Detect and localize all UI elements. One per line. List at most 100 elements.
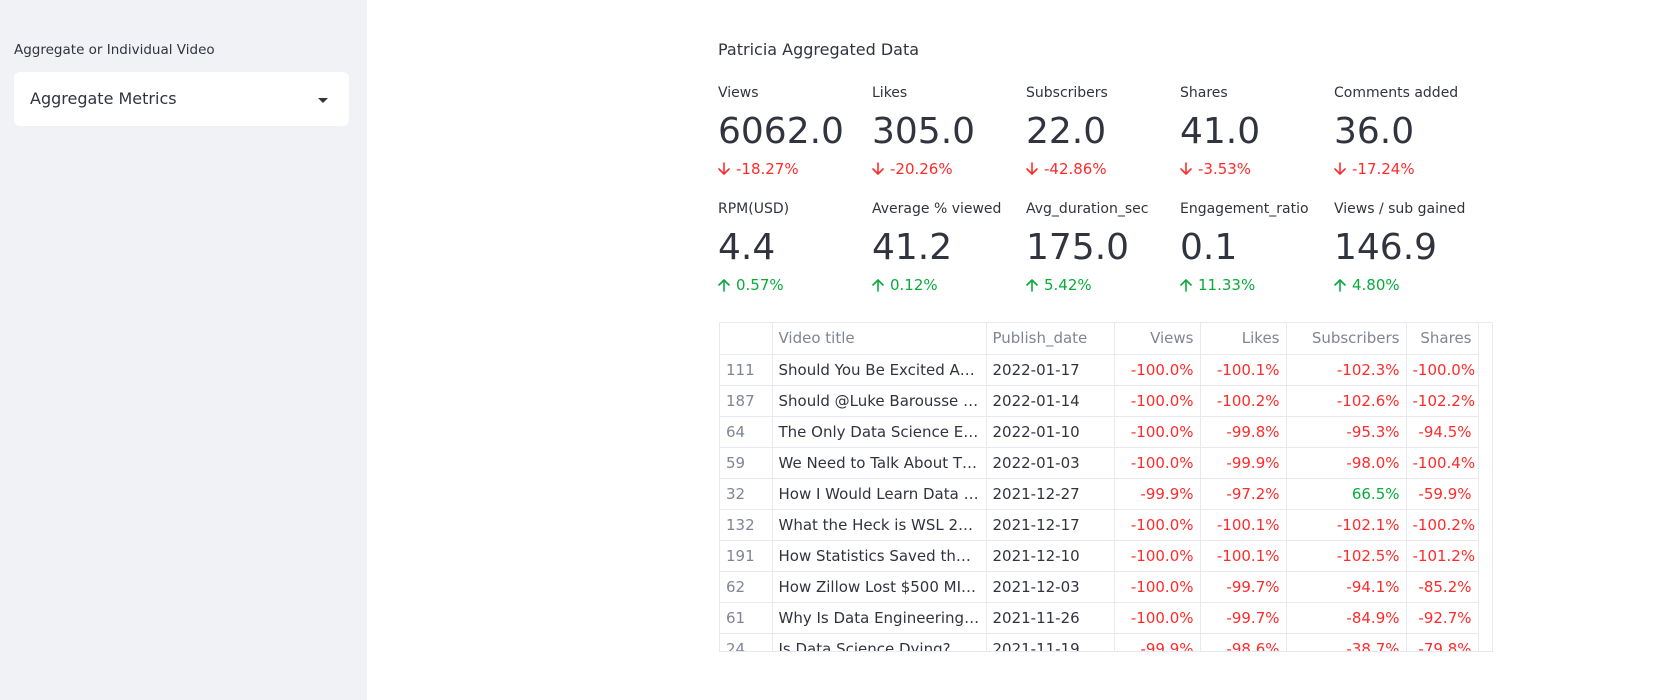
metric-delta: -18.27% <box>718 160 868 178</box>
table-cell-views: -100.0% <box>1114 571 1201 603</box>
column-header[interactable]: Publish_date <box>986 323 1115 355</box>
metric-value: 0.1 <box>1180 227 1238 268</box>
table-cell-views: -100.0% <box>1114 354 1201 386</box>
column-header[interactable]: Subscribers <box>1286 323 1407 355</box>
table-cell-likes: -99.7% <box>1200 602 1287 634</box>
page-title: Patricia Aggregated Data <box>718 40 920 59</box>
arrow-up-icon <box>1334 279 1346 292</box>
table-cell-date: 2021-11-26 <box>986 602 1115 634</box>
table-cell-title: We Need to Talk About Th... <box>772 447 987 479</box>
table-cell-idx: 191 <box>720 540 773 572</box>
table-cell-subs: -95.3% <box>1286 416 1407 448</box>
column-header[interactable]: Likes <box>1200 323 1287 355</box>
table-body: 111 Should You Be Excited About... 2022-01… <box>720 354 1479 651</box>
table-row[interactable]: 187 Should @Luke Barousse T... 2022-01-14-… <box>720 385 1479 417</box>
table-header-row: Video title Publish_date Views Likes Subscri… <box>720 323 1479 355</box>
metric-value: 36.0 <box>1334 111 1415 152</box>
table-cell-date: 2021-12-27 <box>986 478 1115 510</box>
table-row[interactable]: 111 Should You Be Excited About... 2022-01… <box>720 354 1479 386</box>
metric-value: 6062.0 <box>718 111 844 152</box>
table-cell-likes: -100.1% <box>1200 354 1287 386</box>
column-header[interactable]: Shares <box>1406 323 1479 355</box>
column-header[interactable]: Video title <box>772 323 987 355</box>
arrow-down-icon <box>718 162 730 175</box>
metric-label: Engagement_ratio <box>1180 201 1309 217</box>
table-cell-shares: -79.8% <box>1406 633 1479 651</box>
metric-delta: -3.53% <box>1180 160 1330 178</box>
table-cell-subs: -102.5% <box>1286 540 1407 572</box>
metric-delta-value: 11.33% <box>1198 276 1256 294</box>
table-cell-shares: -101.2% <box>1406 540 1479 572</box>
table-cell-shares: -92.7% <box>1406 602 1479 634</box>
table-row[interactable]: 64 The Only Data Science Ex... 2022-01-10 -… <box>720 416 1479 448</box>
table-cell-title: How Zillow Lost $500 MIL... <box>772 571 987 603</box>
aggregate-select[interactable]: Aggregate Metrics <box>14 72 349 126</box>
table-cell-subs: -102.6% <box>1286 385 1407 417</box>
table-cell-title: The Only Data Science Ex... <box>772 416 987 448</box>
table-cell-shares: -94.5% <box>1406 416 1479 448</box>
metric-delta-value: 5.42% <box>1044 276 1092 294</box>
metric-delta: 11.33% <box>1180 276 1330 294</box>
table-cell-likes: -99.9% <box>1200 447 1287 479</box>
table-row[interactable]: 132 What the Heck is WSL 2? (... 2021-12-1… <box>720 509 1479 541</box>
table-cell-title: Should You Be Excited About... <box>772 354 987 386</box>
table-cell-date: 2021-12-10 <box>986 540 1115 572</box>
table-row[interactable]: 24 Is Data Science Dying? 2021-11-19 -99.9%… <box>720 633 1479 651</box>
table-cell-views: -99.9% <box>1114 478 1201 510</box>
metric-delta-value: -18.27% <box>736 160 799 178</box>
sidebar: Aggregate or Individual Video Aggregate … <box>0 0 367 700</box>
table-cell-subs: 66.5% <box>1286 478 1407 510</box>
table-cell-title: Is Data Science Dying? <box>772 633 987 651</box>
table-cell-date: 2022-01-03 <box>986 447 1115 479</box>
metric-value: 41.0 <box>1180 111 1261 152</box>
table-cell-title: How I Would Learn Data S... <box>772 478 987 510</box>
metric-value: 305.0 <box>872 111 976 152</box>
metric-value: 41.2 <box>872 227 953 268</box>
metric-delta-value: 0.12% <box>890 276 938 294</box>
table-row[interactable]: 32 How I Would Learn Data S... 2021-12-27-… <box>720 478 1479 510</box>
metric-delta-value: -42.86% <box>1044 160 1107 178</box>
metric-delta-value: -20.26% <box>890 160 953 178</box>
column-header[interactable]: Views <box>1114 323 1201 355</box>
table-row[interactable]: 62 How Zillow Lost $500 MIL... 2021-12-03-… <box>720 571 1479 603</box>
arrow-up-icon <box>1180 279 1192 292</box>
table-cell-date: 2022-01-10 <box>986 416 1115 448</box>
metric-delta: 4.80% <box>1334 276 1484 294</box>
table-cell-date: 2021-12-03 <box>986 571 1115 603</box>
table-row[interactable]: 61 Why Is Data Engineering ... 2021-11-26-… <box>720 602 1479 634</box>
metric-card: Avg_duration_sec 175.0 5.42% <box>1026 200 1176 294</box>
metric-delta-value: 0.57% <box>736 276 784 294</box>
metric-value: 4.4 <box>718 227 776 268</box>
metric-card: Shares 41.0 -3.53% <box>1180 84 1330 178</box>
metric-card: Views 6062.0 -18.27% <box>718 84 868 178</box>
table-cell-views: -99.9% <box>1114 633 1201 651</box>
metric-label: Avg_duration_sec <box>1026 201 1149 217</box>
table-cell-subs: -102.1% <box>1286 509 1407 541</box>
metric-card: Comments added 36.0 -17.24% <box>1334 84 1484 178</box>
column-header[interactable] <box>720 323 773 355</box>
metric-delta-value: -3.53% <box>1198 160 1252 178</box>
table-cell-idx: 61 <box>720 602 773 634</box>
table-cell-idx: 64 <box>720 416 773 448</box>
table-cell-shares: -59.9% <box>1406 478 1479 510</box>
table-row[interactable]: 191 How Statistics Saved the ... 2021-12-1… <box>720 540 1479 572</box>
table-cell-views: -100.0% <box>1114 385 1201 417</box>
table-cell-date: 2021-12-17 <box>986 509 1115 541</box>
table-cell-likes: -100.2% <box>1200 385 1287 417</box>
metric-label: Shares <box>1180 85 1228 101</box>
table-cell-likes: -100.1% <box>1200 509 1287 541</box>
table-cell-idx: 111 <box>720 354 773 386</box>
table-cell-subs: -98.0% <box>1286 447 1407 479</box>
metric-delta: -17.24% <box>1334 160 1484 178</box>
metric-label: Views <box>718 85 759 101</box>
data-table[interactable]: Video title Publish_date Views Likes Subscri… <box>719 322 1493 652</box>
table-row[interactable]: 59 We Need to Talk About Th... 2022-01-03-… <box>720 447 1479 479</box>
metric-label: Likes <box>872 85 908 101</box>
table-cell-subs: -94.1% <box>1286 571 1407 603</box>
table-cell-shares: -102.2% <box>1406 385 1479 417</box>
metric-card: Likes 305.0 -20.26% <box>872 84 1022 178</box>
arrow-up-icon <box>872 279 884 292</box>
table-cell-idx: 62 <box>720 571 773 603</box>
arrow-down-icon <box>1334 162 1346 175</box>
table-cell-likes: -98.6% <box>1200 633 1287 651</box>
